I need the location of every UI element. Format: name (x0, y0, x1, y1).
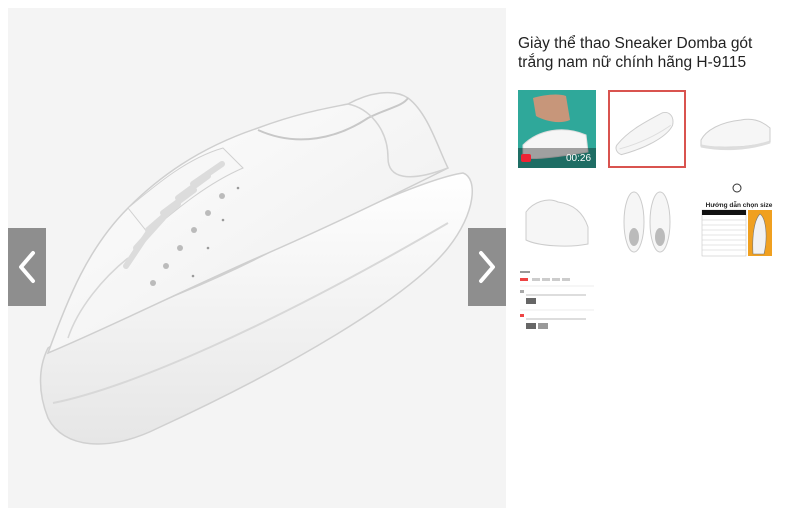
product-title: Giày thể thao Sneaker Domba gót trắng na… (518, 35, 753, 71)
thumbnail-screenshot[interactable] (518, 268, 596, 346)
main-product-image (39, 91, 474, 445)
thumbnail-size-guide[interactable]: Hướng dẫn chọn size (698, 182, 776, 260)
shoe-side-image (700, 118, 771, 151)
thumbnail-video[interactable]: 00:26 (518, 90, 596, 168)
product-image-viewer (8, 8, 506, 508)
review-screenshot-image (520, 271, 594, 329)
chevron-left-icon (19, 251, 35, 283)
thumbnail-image-selected[interactable] (608, 90, 686, 168)
shoe-thumbnail-image (615, 111, 674, 156)
chevron-right-icon (479, 251, 495, 283)
shoe-back-image (525, 199, 589, 247)
video-duration: 00:26 (566, 153, 592, 164)
shoe-top-view-image (623, 191, 671, 253)
thumbnail-image[interactable] (518, 182, 596, 260)
video-camera-icon (521, 154, 531, 162)
thumbnail-image[interactable] (696, 90, 774, 168)
previous-image-button[interactable] (8, 228, 46, 306)
size-guide-caption: Hướng dẫn chọn size (705, 202, 773, 209)
size-guide-image (701, 183, 772, 257)
thumbnail-image[interactable] (608, 182, 686, 260)
next-image-button[interactable] (468, 228, 506, 306)
